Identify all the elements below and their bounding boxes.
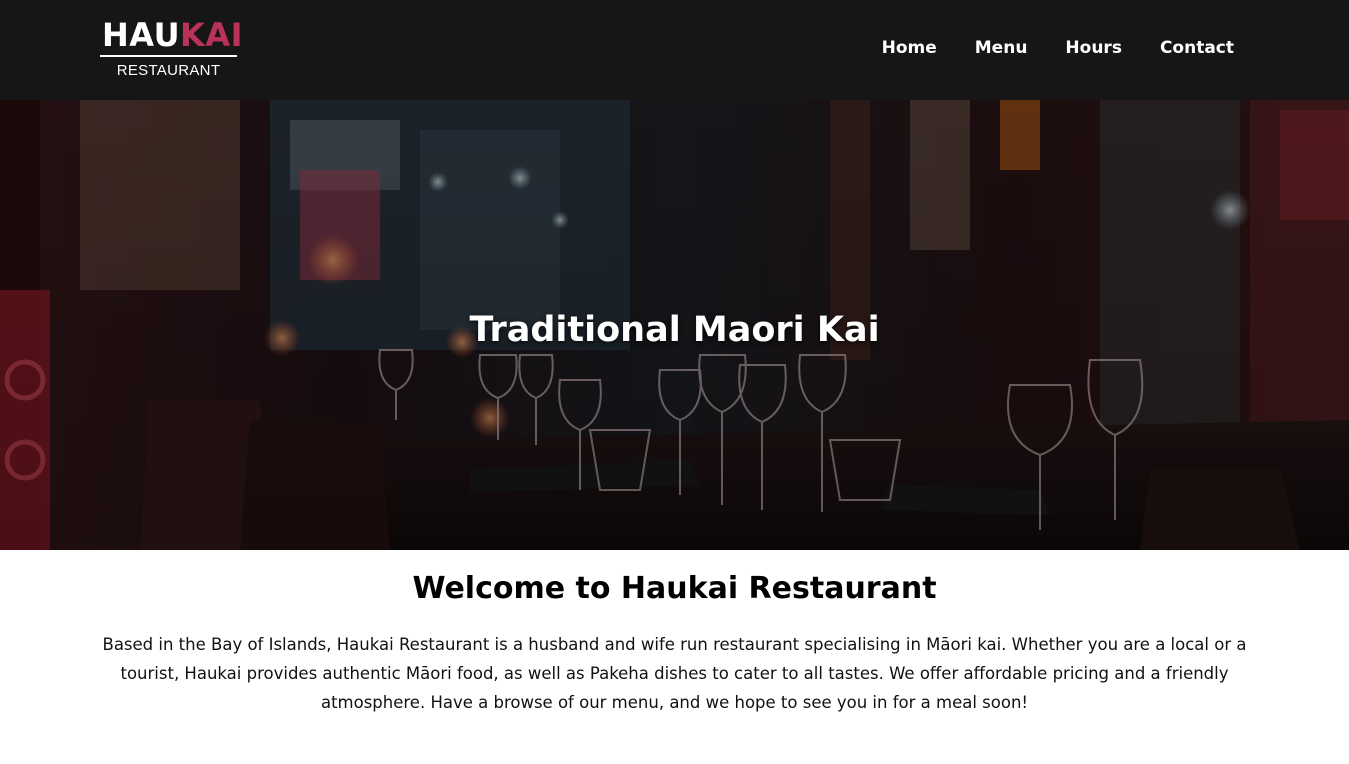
logo[interactable]: HAUKAI RESTAURANT xyxy=(100,15,243,85)
welcome-heading: Welcome to Haukai Restaurant xyxy=(412,571,937,606)
nav-link-contact[interactable]: Contact xyxy=(1160,36,1234,60)
logo-wordmark: HAUKAI xyxy=(102,15,243,55)
nav-link-home[interactable]: Home xyxy=(882,36,937,60)
logo-subtitle: RESTAURANT xyxy=(116,62,221,79)
hero-banner: Traditional Maori Kai xyxy=(0,100,1349,550)
intro-paragraph: Based in the Bay of Islands, Haukai Rest… xyxy=(102,635,1247,712)
nav-link-hours[interactable]: Hours xyxy=(1065,36,1122,60)
nav-link-menu[interactable]: Menu xyxy=(975,36,1028,60)
navbar: HAUKAI RESTAURANT Home Menu Hours Contac… xyxy=(0,0,1349,100)
main-nav: Home Menu Hours Contact xyxy=(882,36,1234,60)
hero-title: Traditional Maori Kai xyxy=(469,310,880,350)
logo-wordmark-part2: KAI xyxy=(180,16,244,54)
logo-divider xyxy=(100,55,237,57)
logo-wordmark-part1: HAU xyxy=(102,16,181,54)
